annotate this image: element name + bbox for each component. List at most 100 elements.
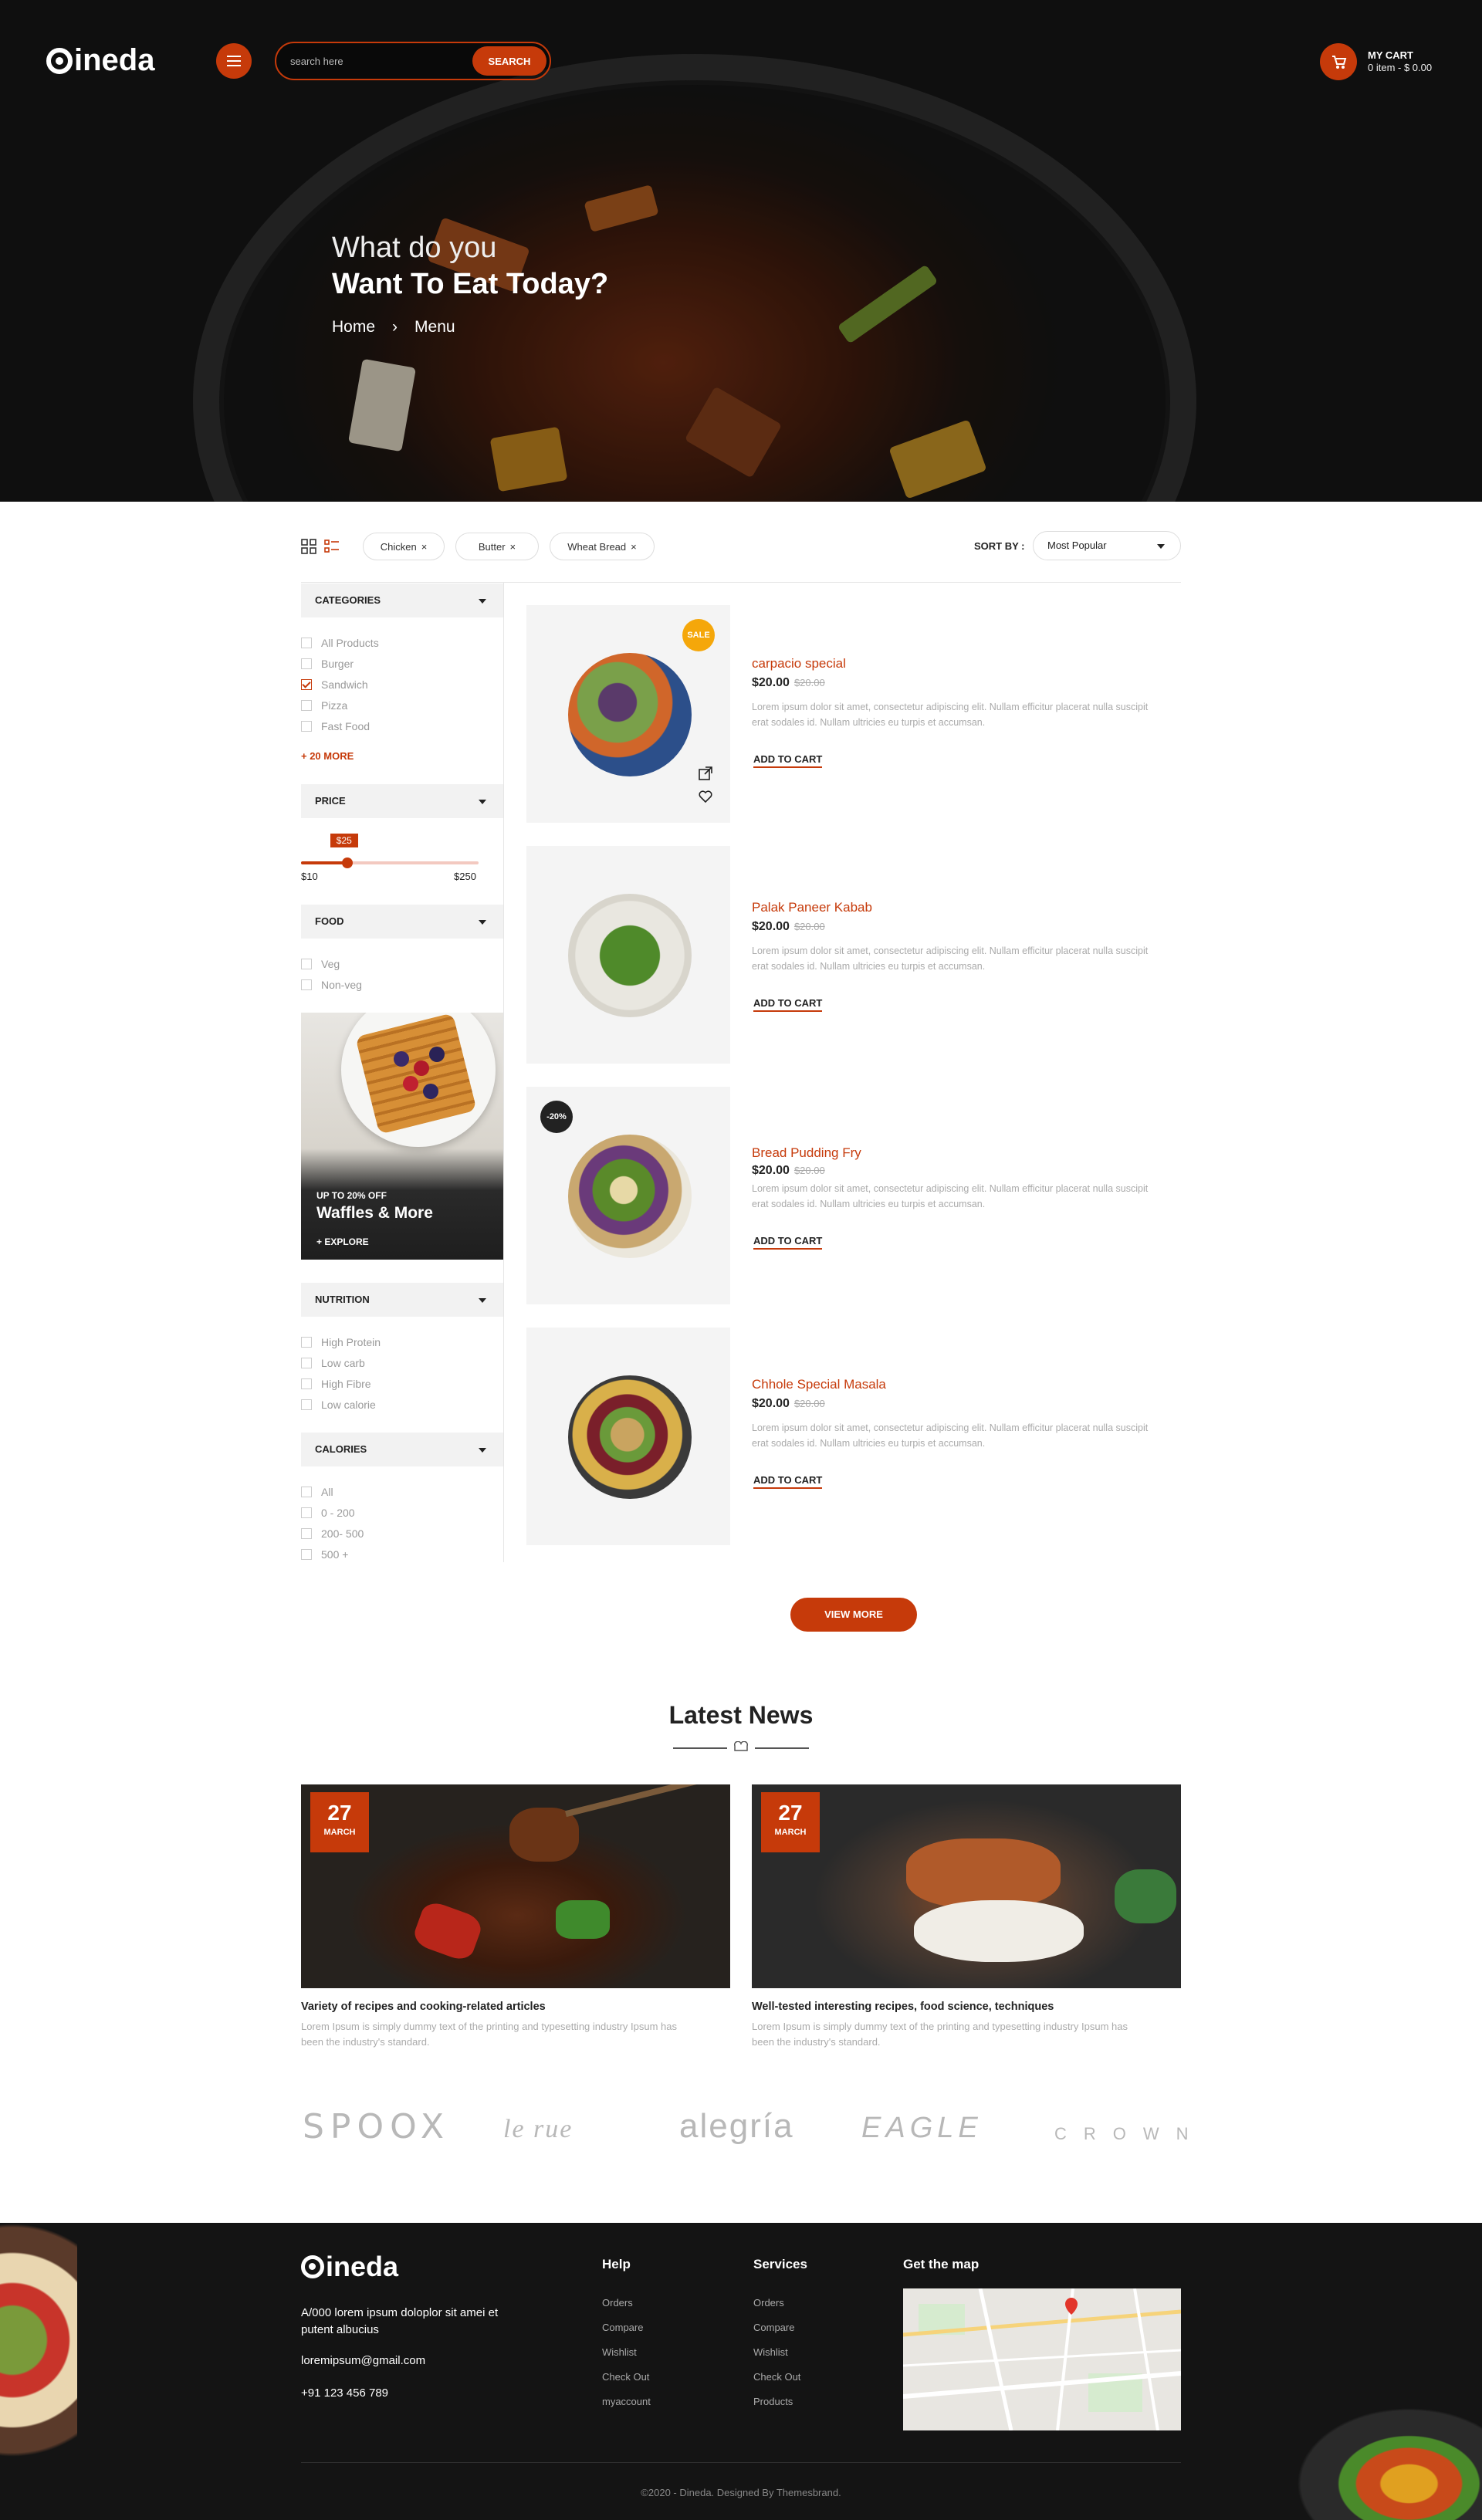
checkbox[interactable] [301,658,312,669]
calories-500-plus[interactable]: 500 + [301,1547,348,1562]
checkbox[interactable] [301,1487,312,1497]
nutrition-low-calorie[interactable]: Low calorie [301,1397,376,1412]
checkbox[interactable] [301,1549,312,1560]
cart-widget[interactable]: MY CART 0 item - $ 0.00 [1320,43,1432,80]
nutrition-high-fibre[interactable]: High Fibre [301,1376,371,1392]
checkbox[interactable] [301,1378,312,1389]
footer-services-compare[interactable]: Compare [753,2322,794,2333]
calories-200-500[interactable]: 200- 500 [301,1526,364,1541]
footer-help-orders[interactable]: Orders [602,2297,633,2309]
grid-view-icon[interactable] [301,539,316,554]
price-slider-handle[interactable] [341,857,353,868]
news-card[interactable]: 27 MARCH Well-tested interesting recipes… [752,1784,1181,2050]
product-name[interactable]: Bread Pudding Fry [752,1145,861,1161]
product-old-price: $20.00 [793,1165,825,1176]
map-widget[interactable] [903,2288,1181,2430]
product-image[interactable] [526,846,730,1064]
remove-chip-icon[interactable]: × [421,541,428,553]
product-image[interactable] [526,1328,730,1545]
nutrition-low-carb[interactable]: Low carb [301,1355,365,1371]
food-veg[interactable]: Veg [301,956,340,972]
calories-header[interactable]: CALORIES [301,1433,503,1466]
more-categories-link[interactable]: + 20 MORE [301,750,354,762]
checkbox[interactable] [301,959,312,969]
product-name[interactable]: Palak Paneer Kabab [752,900,872,915]
checkbox[interactable] [301,1358,312,1368]
search-button[interactable]: SEARCH [472,46,546,76]
footer-services-orders[interactable]: Orders [753,2297,784,2309]
news-title[interactable]: Well-tested interesting recipes, food sc… [752,2001,1181,2013]
product-image[interactable]: -20% [526,1087,730,1304]
waffles-promo-banner[interactable]: UP TO 20% OFF Waffles & More + EXPLORE [301,1013,503,1260]
product-name[interactable]: carpacio special [752,656,846,671]
filter-chip-butter[interactable]: Butter × [455,533,539,560]
checkbox[interactable] [301,700,312,711]
sort-select[interactable]: Most Popular [1033,531,1181,560]
site-logo[interactable]: ineda [46,43,154,78]
share-icon[interactable] [698,766,713,781]
checkbox[interactable] [301,638,312,648]
category-burger[interactable]: Burger [301,656,354,671]
category-pizza[interactable]: Pizza [301,698,347,713]
checkbox[interactable] [301,1507,312,1518]
news-title[interactable]: Variety of recipes and cooking-related a… [301,2001,730,2013]
calories-0-200[interactable]: 0 - 200 [301,1505,355,1520]
category-fast-food[interactable]: Fast Food [301,719,370,734]
food-non-veg[interactable]: Non-veg [301,977,362,993]
checkbox[interactable] [301,1399,312,1410]
add-to-cart-button[interactable]: ADD TO CART [753,1235,823,1250]
price-slider[interactable] [301,857,479,868]
filter-chip-wheat-bread[interactable]: Wheat Bread × [550,533,655,560]
food-header[interactable]: FOOD [301,905,503,939]
nutrition-high-protein[interactable]: High Protein [301,1334,381,1350]
footer-help-myaccount[interactable]: myaccount [602,2396,651,2407]
categories-header[interactable]: CATEGORIES [301,583,503,617]
product-image[interactable]: SALE [526,605,730,823]
news-image[interactable]: 27 MARCH [752,1784,1181,1988]
breadcrumb: Home › Menu [332,318,608,337]
breadcrumb-home-link[interactable]: Home [332,318,375,337]
footer-help-wishlist[interactable]: Wishlist [602,2346,637,2358]
category-sandwich[interactable]: Sandwich [301,677,368,692]
brand-logo-alegria[interactable]: alegría [679,2107,794,2146]
footer-phone[interactable]: +91 123 456 789 [301,2386,388,2400]
add-to-cart-button[interactable]: ADD TO CART [753,753,823,768]
brand-logo-le-rue[interactable]: le rue [503,2115,573,2144]
checkbox[interactable] [301,1528,312,1539]
map-image [903,2288,1181,2430]
checkbox-checked[interactable] [301,679,312,690]
promo-explore-link[interactable]: + EXPLORE [316,1236,369,1247]
footer-help-compare[interactable]: Compare [602,2322,643,2333]
list-view-icon[interactable] [324,539,340,554]
nutrition-header[interactable]: NUTRITION [301,1283,503,1317]
remove-chip-icon[interactable]: × [510,541,516,553]
search-input[interactable] [290,53,460,69]
checkbox[interactable] [301,1337,312,1348]
news-image[interactable]: 27 MARCH [301,1784,730,1988]
footer-email[interactable]: loremipsum@gmail.com [301,2354,425,2367]
footer-services-products[interactable]: Products [753,2396,793,2407]
checkbox[interactable] [301,979,312,990]
discount-badge: -20% [540,1101,573,1133]
product-name[interactable]: Chhole Special Masala [752,1377,886,1392]
add-to-cart-button[interactable]: ADD TO CART [753,1474,823,1489]
remove-chip-icon[interactable]: × [631,541,637,553]
hamburger-menu-button[interactable] [216,43,252,79]
filter-chip-chicken[interactable]: Chicken × [363,533,445,560]
category-all-products[interactable]: All Products [301,635,379,651]
add-to-cart-button[interactable]: ADD TO CART [753,997,823,1012]
brand-logo-eagle[interactable]: EAGLE [861,2112,983,2145]
footer-help-checkout[interactable]: Check Out [602,2371,649,2383]
brand-logo-crown[interactable]: CROWN [1054,2124,1206,2144]
brand-logo-spoox[interactable]: SPOOX [303,2107,450,2146]
wishlist-heart-icon[interactable] [698,789,713,804]
product-description: Lorem ipsum dolor sit amet, consectetur … [752,702,1149,728]
footer-services-checkout[interactable]: Check Out [753,2371,800,2383]
view-more-button[interactable]: VIEW MORE [790,1598,917,1632]
news-card[interactable]: 27 MARCH Variety of recipes and cooking-… [301,1784,730,2050]
calories-all[interactable]: All [301,1484,333,1500]
price-header[interactable]: PRICE [301,784,503,818]
footer-logo[interactable]: ineda [301,2251,398,2283]
footer-services-wishlist[interactable]: Wishlist [753,2346,788,2358]
checkbox[interactable] [301,721,312,732]
